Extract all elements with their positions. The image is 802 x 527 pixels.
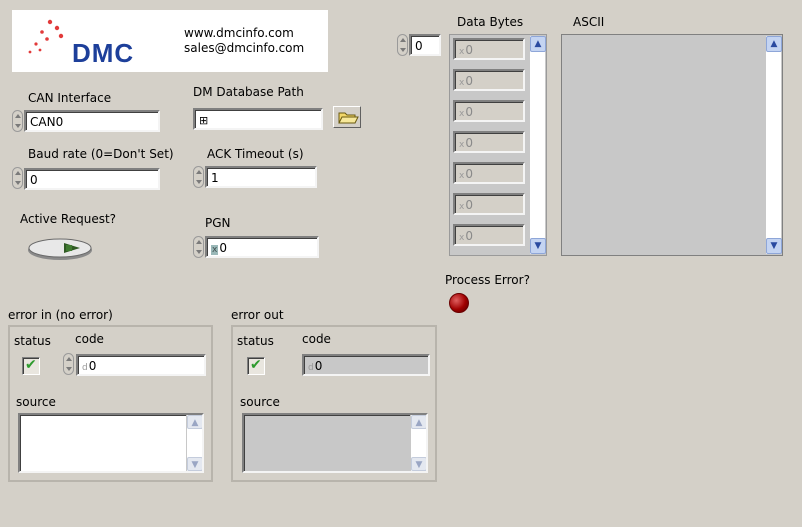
radix-indicator: x (459, 78, 465, 88)
baud-rate-field[interactable]: x0 (24, 168, 160, 190)
ascii-scrollbar[interactable]: ▲ ▼ (765, 36, 782, 254)
pgn-field[interactable]: x0 (205, 236, 319, 258)
error-in-title: error in (no error) (8, 308, 113, 322)
ack-timeout-spinner[interactable] (193, 166, 204, 188)
pgn-spinner[interactable] (193, 236, 204, 258)
error-in-status-checkbox[interactable]: ✔ (22, 357, 40, 375)
radix-indicator: d (308, 363, 314, 373)
browse-folder-button[interactable] (333, 106, 361, 128)
error-in-code-field[interactable]: d0 (76, 354, 206, 376)
radix-indicator: x (459, 202, 465, 212)
scroll-up-icon[interactable]: ▲ (187, 415, 202, 429)
data-bytes-label: Data Bytes (457, 15, 524, 29)
logo-panel: DMC www.dmcinfo.com sales@dmcinfo.com (12, 10, 328, 72)
scroll-down-icon[interactable]: ▼ (530, 238, 546, 254)
folder-icon (338, 112, 359, 124)
ascii-label: ASCII (573, 15, 605, 29)
error-out-status-label: status (237, 334, 274, 348)
dm-database-path-label: DM Database Path (193, 85, 304, 99)
radix-indicator: x (459, 47, 465, 57)
data-byte-cell: x0 (453, 69, 525, 91)
scroll-down-icon[interactable]: ▼ (411, 457, 426, 471)
data-byte-cell: x0 (453, 193, 525, 215)
data-bytes-scrollbar[interactable]: ▲ ▼ (529, 36, 546, 254)
error-in-code-spinner[interactable] (63, 353, 74, 375)
error-out-source-scrollbar[interactable]: ▲ ▼ (410, 415, 426, 471)
ack-timeout-label: ACK Timeout (s) (207, 147, 304, 161)
error-in-source-field[interactable]: ▲ ▼ (18, 413, 204, 473)
scroll-down-icon[interactable]: ▼ (766, 238, 782, 254)
data-byte-cell: x0 (453, 100, 525, 122)
can-interface-label: CAN Interface (28, 91, 112, 105)
error-out-status-checkbox: ✔ (247, 357, 265, 375)
email-text: sales@dmcinfo.com (184, 41, 305, 55)
array-index-field[interactable]: 0 (409, 34, 441, 56)
scroll-up-icon[interactable]: ▲ (530, 36, 546, 52)
radix-indicator: x (459, 109, 465, 119)
can-interface-spinner[interactable] (12, 110, 23, 132)
dmc-logo-text: DMC (72, 38, 135, 68)
radix-indicator: x (459, 140, 465, 150)
active-request-toggle[interactable] (26, 236, 94, 262)
baud-rate-spinner[interactable] (12, 167, 23, 189)
radix-indicator: x (459, 171, 465, 181)
data-byte-cell: x0 (453, 38, 525, 60)
data-byte-cell: x0 (453, 224, 525, 246)
checkmark-icon: ✔ (250, 357, 262, 373)
checkmark-icon: ✔ (25, 357, 37, 373)
path-icon: ⊞ (199, 114, 209, 127)
error-in-source-scrollbar[interactable]: ▲ ▼ (186, 415, 202, 471)
website-text: www.dmcinfo.com (184, 26, 294, 40)
data-bytes-array: x0 x0 x0 x0 x0 x0 x0 ▲ ▼ (449, 34, 547, 256)
error-out-code-field: d0 (302, 354, 430, 376)
radix-indicator: x (459, 233, 465, 243)
process-error-label: Process Error? (445, 273, 530, 287)
baud-rate-label: Baud rate (0=Don't Set) (28, 147, 174, 161)
data-byte-cell: x0 (453, 131, 525, 153)
error-in-code-label: code (75, 332, 104, 346)
error-out-title: error out (231, 308, 284, 322)
dmc-logo-dots-icon (28, 19, 64, 54)
can-interface-field[interactable]: CAN0 (24, 110, 160, 132)
radix-indicator: d (82, 363, 88, 373)
ascii-textbox[interactable]: ▲ ▼ (561, 34, 783, 256)
error-in-status-label: status (14, 334, 51, 348)
process-error-led (449, 293, 469, 313)
pgn-label: PGN (205, 216, 231, 230)
ack-timeout-field[interactable]: 1 (205, 166, 317, 188)
error-out-source-field: ▲ ▼ (242, 413, 428, 473)
dm-database-path-field[interactable]: ⊞ (193, 108, 323, 130)
scroll-up-icon[interactable]: ▲ (411, 415, 426, 429)
array-index-spinner[interactable] (397, 34, 408, 56)
scroll-down-icon[interactable]: ▼ (187, 457, 202, 471)
data-byte-cell: x0 (453, 162, 525, 184)
error-out-code-label: code (302, 332, 331, 346)
error-in-source-label: source (16, 395, 56, 409)
active-request-label: Active Request? (20, 212, 117, 226)
radix-indicator: x (211, 245, 219, 255)
scroll-up-icon[interactable]: ▲ (766, 36, 782, 52)
error-out-source-label: source (240, 395, 280, 409)
